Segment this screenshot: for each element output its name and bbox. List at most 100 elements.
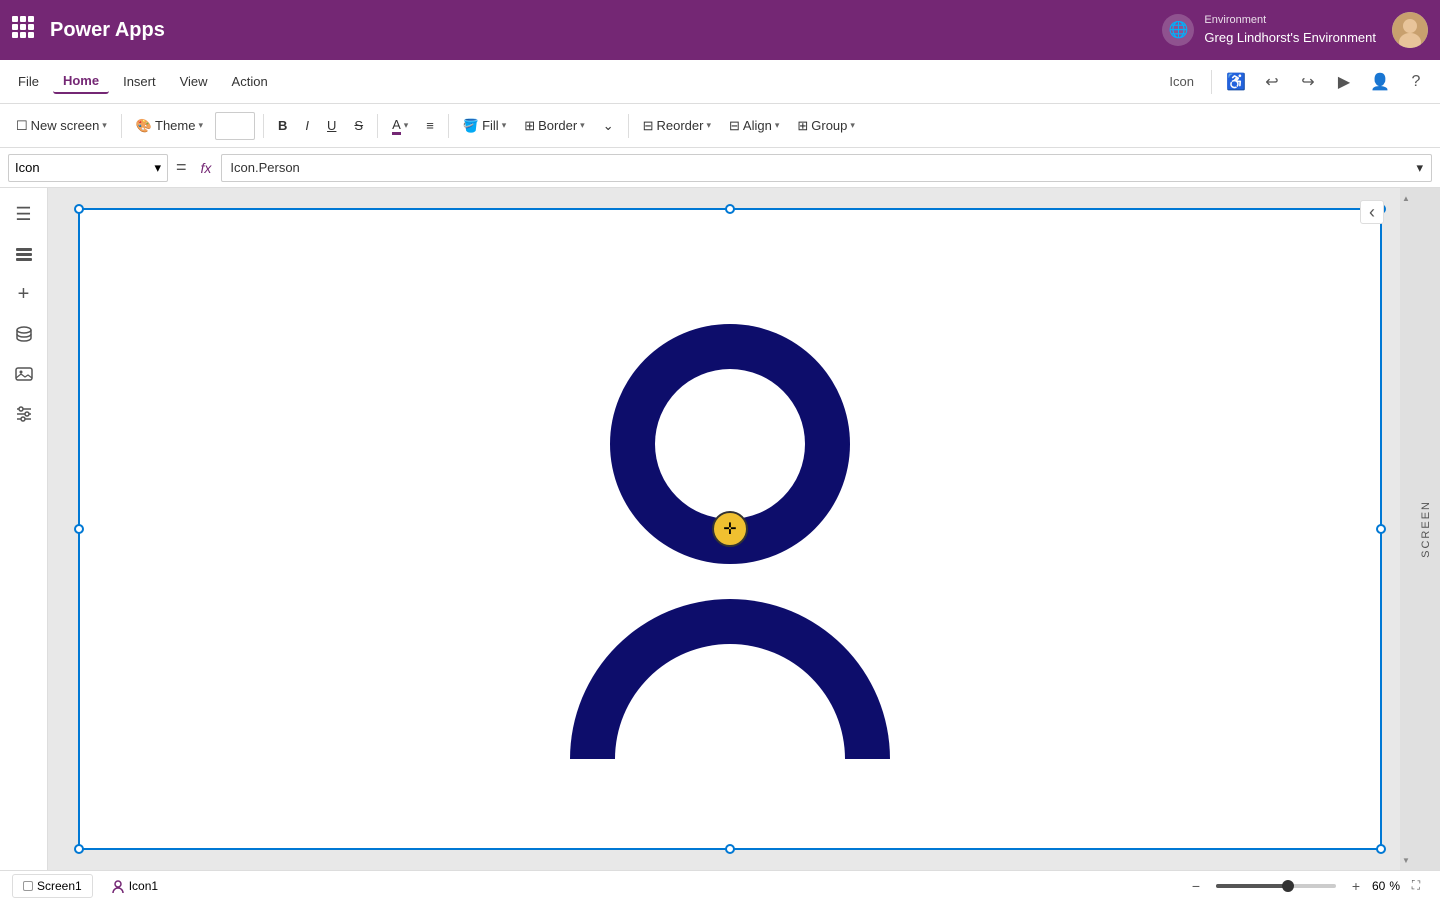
theme-button[interactable]: 🎨 Theme ▾ [128,114,211,138]
menubar: File Home Insert View Action Icon ♿ ↩ ↪ … [0,60,1440,104]
menu-home[interactable]: Home [53,69,109,94]
align-menu-button[interactable]: ⊟ Align ▾ [721,114,787,138]
new-screen-button[interactable]: ☐ New screen ▾ [8,114,115,138]
handle-bl[interactable] [74,844,84,854]
sidebar-data[interactable] [6,316,42,352]
reorder-arrow: ▾ [706,120,711,131]
main-area: ☰ + [0,188,1440,870]
screen1-dot [23,881,33,891]
zoom-controls: − + 60 % ⛶ [1184,874,1428,898]
more-button[interactable]: ⌄ [595,114,622,138]
scroll-up-arrow[interactable]: ▲ [1400,188,1412,208]
zoom-slider-thumb[interactable] [1282,880,1294,892]
element-selector[interactable]: Icon ▾ [8,154,168,182]
fill-label: Fill [482,118,499,133]
reorder-button[interactable]: ⊟ Reorder ▾ [635,114,719,138]
theme-icon: 🎨 [136,118,152,134]
zoom-fit-button[interactable]: ⛶ [1404,874,1428,898]
group-button[interactable]: ⊞ Group ▾ [789,114,863,138]
sep5 [628,114,629,138]
reorder-label: Reorder [657,118,704,133]
formula-bar: Icon ▾ = fx Icon.Person ▾ [0,148,1440,188]
right-panel[interactable]: SCREEN [1412,188,1440,870]
theme-label: Theme [155,118,195,133]
border-button[interactable]: ⊞ Border ▾ [516,114,592,138]
new-screen-label: New screen [31,118,100,133]
element-selector-value: Icon [15,160,40,175]
group-icon: ⊞ [797,118,808,134]
group-label: Group [811,118,847,133]
accessibility-icon[interactable]: ♿ [1220,66,1252,98]
fill-button[interactable]: 🪣 Fill ▾ [455,114,514,138]
sidebar-add[interactable]: + [6,276,42,312]
sep1 [121,114,122,138]
border-arrow: ▾ [580,120,585,131]
font-color-button[interactable]: A ▾ [384,113,416,139]
vscrollbar[interactable]: ▲ ▼ [1400,188,1412,870]
border-icon: ⊞ [524,118,535,134]
environment-label: Environment [1204,13,1376,28]
formula-fx-button[interactable]: fx [195,160,218,176]
color-swatch[interactable] [215,112,255,140]
fill-icon: 🪣 [463,118,479,134]
icon1-svg [111,879,125,893]
italic-button[interactable]: I [297,114,317,137]
formula-input[interactable]: Icon.Person ▾ [221,154,1432,182]
bold-button[interactable]: B [270,114,295,137]
handle-tm[interactable] [725,204,735,214]
align-button[interactable]: ≡ [418,114,442,137]
handle-bm[interactable] [725,844,735,854]
zoom-value: 60 [1372,879,1385,893]
share-icon[interactable]: 👤 [1364,66,1396,98]
handle-br[interactable] [1376,844,1386,854]
handle-mr[interactable] [1376,524,1386,534]
underline-button[interactable]: U [319,114,344,137]
topbar: Power Apps 🌐 Environment Greg Lindhorst'… [0,0,1440,60]
sidebar-media[interactable] [6,356,42,392]
user-avatar[interactable] [1392,12,1428,48]
theme-arrow: ▾ [198,120,203,131]
align-menu-label: Align [743,118,772,133]
sidebar-hamburger[interactable]: ☰ [6,196,42,232]
grid-icon[interactable] [12,16,40,44]
handle-ml[interactable] [74,524,84,534]
menu-file[interactable]: File [8,70,49,93]
separator [1211,70,1212,94]
undo-icon[interactable]: ↩ [1256,66,1288,98]
redo-icon[interactable]: ↪ [1292,66,1324,98]
help-icon[interactable]: ? [1400,66,1432,98]
screen1-tab[interactable]: Screen1 [12,874,93,898]
menu-insert[interactable]: Insert [113,70,166,93]
zoom-unit: % [1389,879,1400,893]
person-icon-container[interactable]: ✛ [560,299,900,759]
toolbar: ☐ New screen ▾ 🎨 Theme ▾ B I U S A ▾ ≡ 🪣… [0,104,1440,148]
menu-view[interactable]: View [170,70,218,93]
strikethrough-button[interactable]: S [346,114,371,137]
reorder-icon: ⊟ [643,118,654,134]
element-selector-arrow: ▾ [154,160,161,176]
menu-action[interactable]: Action [222,70,278,93]
right-panel-toggle[interactable]: ‹ [1360,200,1384,224]
zoom-in-button[interactable]: + [1344,874,1368,898]
environment-icon: 🌐 [1162,14,1194,46]
move-cursor: ✛ [712,511,748,547]
scroll-down-arrow[interactable]: ▼ [1400,850,1412,870]
icon1-tab[interactable]: Icon1 [101,875,168,897]
right-panel-label: SCREEN [1420,500,1432,558]
sidebar-layers[interactable] [6,236,42,272]
sep2 [263,114,264,138]
zoom-slider-track [1216,884,1288,888]
border-label: Border [538,118,577,133]
canvas-frame[interactable]: ✛ [78,208,1382,850]
more-icon: ⌄ [603,118,614,134]
zoom-out-button[interactable]: − [1184,874,1208,898]
play-icon[interactable]: ▶ [1328,66,1360,98]
zoom-slider[interactable] [1216,884,1336,888]
group-arrow: ▾ [850,120,855,131]
environment-text: Environment Greg Lindhorst's Environment [1204,13,1376,47]
sidebar-controls[interactable] [6,396,42,432]
handle-tl[interactable] [74,204,84,214]
new-screen-icon: ☐ [16,118,28,134]
statusbar: Screen1 Icon1 − + 60 % ⛶ [0,870,1440,900]
sep3 [377,114,378,138]
